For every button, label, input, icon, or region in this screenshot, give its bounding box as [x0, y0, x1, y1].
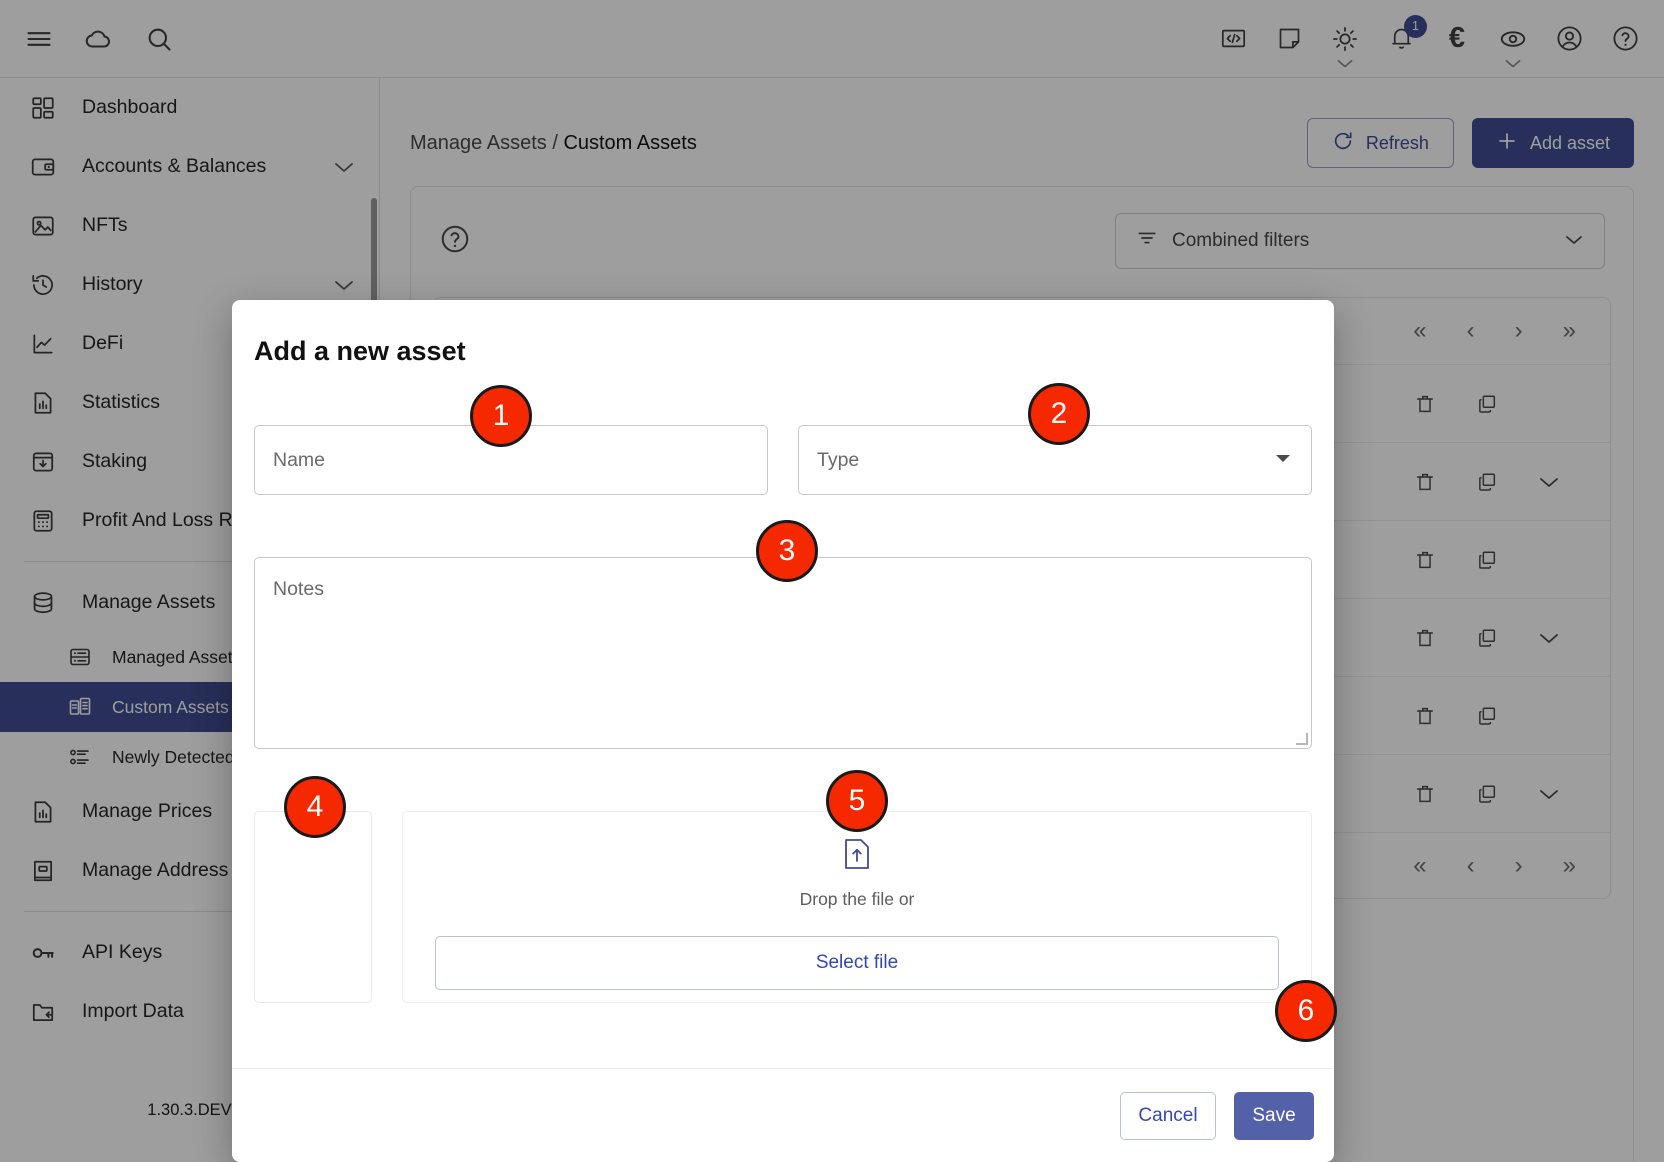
notes-textarea[interactable]: Notes — [254, 557, 1312, 749]
select-file-button[interactable]: Select file — [435, 936, 1279, 990]
type-placeholder: Type — [817, 448, 860, 471]
add-asset-dialog: Add a new asset Name Type Notes Drop the… — [232, 300, 1334, 1162]
asset-icon-preview[interactable] — [254, 811, 372, 1003]
name-placeholder: Name — [273, 448, 326, 471]
name-type-row: Name Type — [254, 425, 1312, 495]
cancel-label: Cancel — [1138, 1104, 1198, 1126]
annotation-marker-4: 4 — [284, 776, 346, 838]
select-file-label: Select file — [815, 952, 899, 973]
dropzone-text: Drop the file or — [799, 889, 915, 909]
annotation-marker-1: 1 — [470, 385, 532, 447]
save-button[interactable]: Save — [1234, 1091, 1314, 1140]
save-label: Save — [1252, 1104, 1296, 1126]
dialog-body: Name Type Notes Drop the file or Select … — [232, 367, 1334, 1068]
file-dropzone[interactable]: Drop the file or Select file — [402, 811, 1312, 1003]
notes-placeholder: Notes — [273, 578, 324, 600]
dialog-title: Add a new asset — [254, 336, 466, 366]
annotation-marker-2: 2 — [1028, 383, 1090, 445]
annotation-marker-3: 3 — [756, 520, 818, 582]
annotation-marker-5: 5 — [826, 770, 888, 832]
resize-handle-icon[interactable] — [1296, 733, 1308, 745]
dialog-footer: Cancel Save — [232, 1068, 1334, 1162]
cancel-button[interactable]: Cancel — [1120, 1091, 1216, 1140]
chevron-down-icon — [1273, 451, 1293, 469]
annotation-marker-6: 6 — [1275, 980, 1337, 1042]
upload-row: Drop the file or Select file — [254, 811, 1312, 1003]
file-upload-icon — [844, 838, 870, 875]
